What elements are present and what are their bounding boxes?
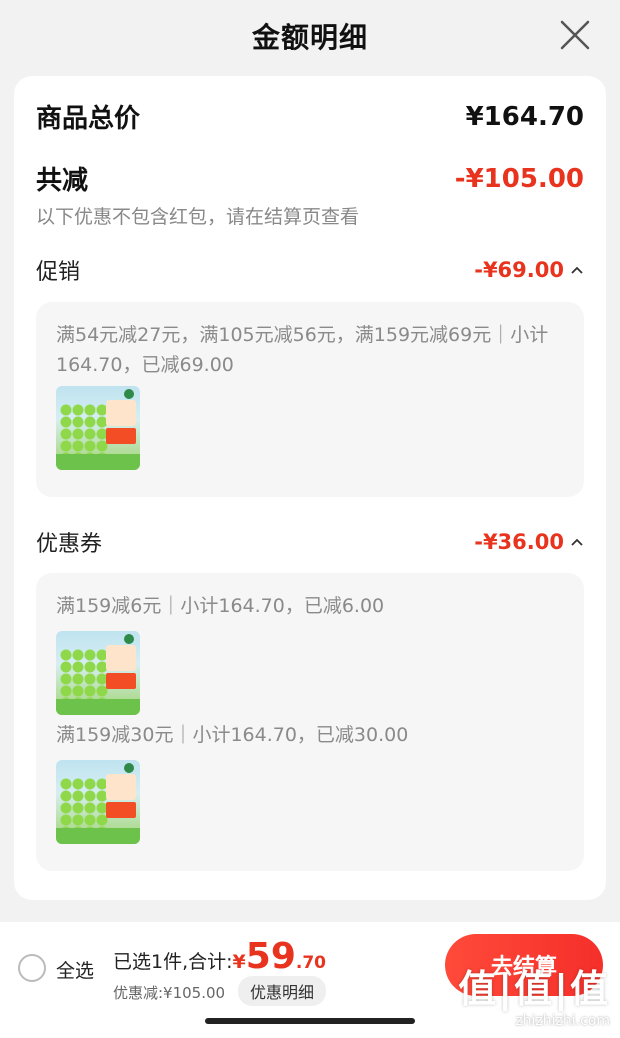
coupon-panel: 满159减6元｜小计164.70，已减6.00 满159减30元｜小计164.7…: [36, 573, 584, 871]
price-symbol: ¥: [232, 951, 246, 973]
order-summary: 已选1件,合计: ¥ 59 .70: [113, 936, 326, 977]
select-all-radio[interactable]: [18, 954, 46, 982]
coupon-item-text: 满159减6元｜小计164.70，已减6.00: [56, 595, 385, 617]
page-title: 金额明细: [251, 21, 368, 54]
discount-detail-button[interactable]: 优惠明细: [238, 976, 327, 1006]
price-decimal: .70: [295, 953, 326, 973]
reduce-value: -¥105.00: [454, 163, 584, 194]
price-integer: 59: [245, 936, 296, 977]
promotion-panel: 满54元减27元，满105元减56元，满159元减69元｜小计164.70，已减…: [36, 302, 584, 497]
coupon-header[interactable]: 优惠券 -¥36.00: [36, 526, 584, 558]
promotion-value: -¥69.00: [474, 258, 564, 282]
total-row: 商品总价 ¥164.70: [36, 98, 584, 135]
product-thumbnail[interactable]: [56, 631, 140, 715]
amount-detail-card: 商品总价 ¥164.70 共减 -¥105.00 以下优惠不包含红包，请在结算页…: [14, 76, 606, 900]
home-indicator[interactable]: [205, 1018, 415, 1024]
reduce-label: 共减: [36, 166, 89, 196]
discount-summary: 优惠减:¥105.00: [113, 984, 226, 1002]
promotion-header[interactable]: 促销 -¥69.00: [36, 254, 584, 286]
selected-count-text: 已选1件,合计:: [113, 951, 233, 973]
chevron-up-icon[interactable]: [570, 537, 584, 547]
coupon-item-text: 满159减30元｜小计164.70，已减30.00: [56, 724, 409, 746]
total-label: 商品总价: [36, 104, 141, 134]
header: 金额明细: [0, 0, 620, 72]
promotion-detail: 满54元减27元，满105元减56元，满159元减69元｜小计164.70，已减…: [56, 324, 549, 376]
product-thumbnail[interactable]: [56, 386, 140, 470]
watermark-logo: 值|值|值: [458, 967, 610, 1011]
discount-note: 以下优惠不包含红包，请在结算页查看: [36, 206, 360, 228]
promotion-label: 促销: [36, 260, 81, 285]
watermark-url: zhizhizhi.com: [515, 1013, 610, 1029]
watermark: 值|值|值 zhizhizhi.com: [458, 958, 610, 1029]
coupon-value-group: -¥36.00: [474, 530, 584, 554]
select-all-label[interactable]: 全选: [56, 956, 94, 983]
chevron-up-icon[interactable]: [570, 265, 584, 275]
coupon-value: -¥36.00: [474, 530, 564, 554]
coupon-label: 优惠券: [36, 532, 103, 557]
close-icon[interactable]: [558, 18, 592, 52]
reduce-row: 共减 -¥105.00: [36, 160, 584, 197]
promotion-value-group: -¥69.00: [474, 258, 584, 282]
total-value: ¥164.70: [465, 101, 584, 132]
product-thumbnail[interactable]: [56, 760, 140, 844]
